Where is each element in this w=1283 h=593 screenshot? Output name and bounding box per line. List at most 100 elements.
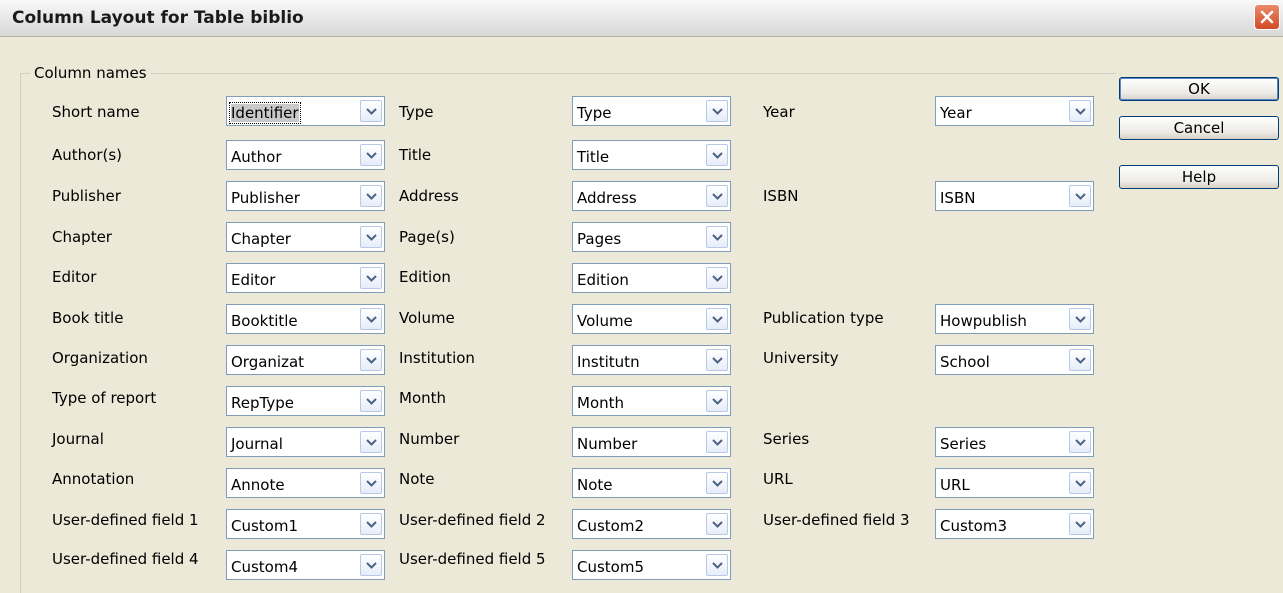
dropdown-arrow-button[interactable] xyxy=(360,100,382,122)
dropdown-arrow-button[interactable] xyxy=(1069,349,1091,371)
dropdown-arrow-button[interactable] xyxy=(706,349,728,371)
combo-value: Custom5 xyxy=(577,558,645,576)
combo-note[interactable]: Note xyxy=(572,468,731,498)
label-isbn: ISBN xyxy=(763,187,799,205)
dropdown-arrow-button[interactable] xyxy=(706,144,728,166)
combo-custom1[interactable]: Custom1 xyxy=(226,509,385,539)
dropdown-arrow-button[interactable] xyxy=(706,100,728,122)
combo-type[interactable]: Type xyxy=(572,96,731,126)
dropdown-arrow-button[interactable] xyxy=(360,431,382,453)
dropdown-arrow-button[interactable] xyxy=(360,390,382,412)
combo-editor[interactable]: Editor xyxy=(226,263,385,293)
combo-custom3[interactable]: Custom3 xyxy=(935,509,1094,539)
combo-value: Note xyxy=(577,476,613,494)
combo-value: Type xyxy=(577,104,612,122)
help-button[interactable]: Help xyxy=(1119,165,1279,189)
combo-chapter[interactable]: Chapter xyxy=(226,222,385,252)
cancel-button[interactable]: Cancel xyxy=(1119,116,1279,140)
ok-button[interactable]: OK xyxy=(1119,77,1279,101)
combo-book-title[interactable]: Booktitle xyxy=(226,304,385,334)
combo-value: Chapter xyxy=(231,230,291,248)
combo-value: Identifier xyxy=(229,102,301,124)
dropdown-arrow-button[interactable] xyxy=(1069,513,1091,535)
dropdown-arrow-button[interactable] xyxy=(360,144,382,166)
combo-year[interactable]: Year xyxy=(935,96,1094,126)
combo-custom2[interactable]: Custom2 xyxy=(572,509,731,539)
label-book-title: Book title xyxy=(52,309,124,327)
close-button[interactable] xyxy=(1254,4,1280,30)
combo-value: Year xyxy=(940,104,972,122)
label-custom3: User-defined field 3 xyxy=(763,511,910,529)
combo-series[interactable]: Series xyxy=(935,427,1094,457)
chevron-down-icon xyxy=(366,398,377,405)
dropdown-arrow-button[interactable] xyxy=(1069,472,1091,494)
combo-address[interactable]: Address xyxy=(572,181,731,211)
combo-value: Pages xyxy=(577,230,622,248)
combo-type-of-report[interactable]: RepType xyxy=(226,386,385,416)
combo-value: Custom3 xyxy=(940,517,1008,535)
dropdown-arrow-button[interactable] xyxy=(706,390,728,412)
dropdown-arrow-button[interactable] xyxy=(706,554,728,576)
combo-isbn[interactable]: ISBN xyxy=(935,181,1094,211)
label-url: URL xyxy=(763,470,793,488)
label-publication-type: Publication type xyxy=(763,309,884,327)
label-pages: Page(s) xyxy=(399,228,455,246)
dropdown-arrow-button[interactable] xyxy=(1069,100,1091,122)
dropdown-arrow-button[interactable] xyxy=(360,185,382,207)
chevron-down-icon xyxy=(366,193,377,200)
combo-university[interactable]: School xyxy=(935,345,1094,375)
dropdown-arrow-button[interactable] xyxy=(706,226,728,248)
dropdown-arrow-button[interactable] xyxy=(360,308,382,330)
dropdown-arrow-button[interactable] xyxy=(360,226,382,248)
dropdown-arrow-button[interactable] xyxy=(360,472,382,494)
dropdown-arrow-button[interactable] xyxy=(360,349,382,371)
combo-pages[interactable]: Pages xyxy=(572,222,731,252)
label-institution: Institution xyxy=(399,349,475,367)
dropdown-arrow-button[interactable] xyxy=(360,554,382,576)
label-address: Address xyxy=(399,187,459,205)
combo-volume[interactable]: Volume xyxy=(572,304,731,334)
combo-number[interactable]: Number xyxy=(572,427,731,457)
combo-month[interactable]: Month xyxy=(572,386,731,416)
combo-custom4[interactable]: Custom4 xyxy=(226,550,385,580)
dropdown-arrow-button[interactable] xyxy=(360,513,382,535)
dropdown-arrow-button[interactable] xyxy=(360,267,382,289)
dropdown-arrow-button[interactable] xyxy=(706,513,728,535)
combo-value: Author xyxy=(231,148,282,166)
label-volume: Volume xyxy=(399,309,455,327)
combo-value: Custom2 xyxy=(577,517,645,535)
combo-short-name[interactable]: Identifier xyxy=(226,96,385,126)
title-bar: Column Layout for Table biblio xyxy=(0,0,1283,37)
chevron-down-icon xyxy=(712,521,723,528)
dropdown-arrow-button[interactable] xyxy=(706,431,728,453)
chevron-down-icon xyxy=(366,152,377,159)
dropdown-arrow-button[interactable] xyxy=(1069,431,1091,453)
combo-publisher[interactable]: Publisher xyxy=(226,181,385,211)
combo-annotation[interactable]: Annote xyxy=(226,468,385,498)
chevron-down-icon xyxy=(366,108,377,115)
dropdown-arrow-button[interactable] xyxy=(1069,185,1091,207)
dropdown-arrow-button[interactable] xyxy=(706,267,728,289)
combo-value: Number xyxy=(577,435,638,453)
label-publisher: Publisher xyxy=(52,187,121,205)
label-year: Year xyxy=(763,103,795,121)
chevron-down-icon xyxy=(366,480,377,487)
combo-custom5[interactable]: Custom5 xyxy=(572,550,731,580)
combo-journal[interactable]: Journal xyxy=(226,427,385,457)
combo-edition[interactable]: Edition xyxy=(572,263,731,293)
combo-organization[interactable]: Organizat xyxy=(226,345,385,375)
chevron-down-icon xyxy=(1075,357,1086,364)
dropdown-arrow-button[interactable] xyxy=(706,472,728,494)
combo-institution[interactable]: Institutn xyxy=(572,345,731,375)
chevron-down-icon xyxy=(366,439,377,446)
combo-title[interactable]: Title xyxy=(572,140,731,170)
combo-authors[interactable]: Author xyxy=(226,140,385,170)
label-series: Series xyxy=(763,430,810,448)
combo-publication-type[interactable]: Howpublish xyxy=(935,304,1094,334)
dropdown-arrow-button[interactable] xyxy=(1069,308,1091,330)
dropdown-arrow-button[interactable] xyxy=(706,185,728,207)
combo-value: Month xyxy=(577,394,625,412)
dropdown-arrow-button[interactable] xyxy=(706,308,728,330)
label-editor: Editor xyxy=(52,268,97,286)
combo-url[interactable]: URL xyxy=(935,468,1094,498)
